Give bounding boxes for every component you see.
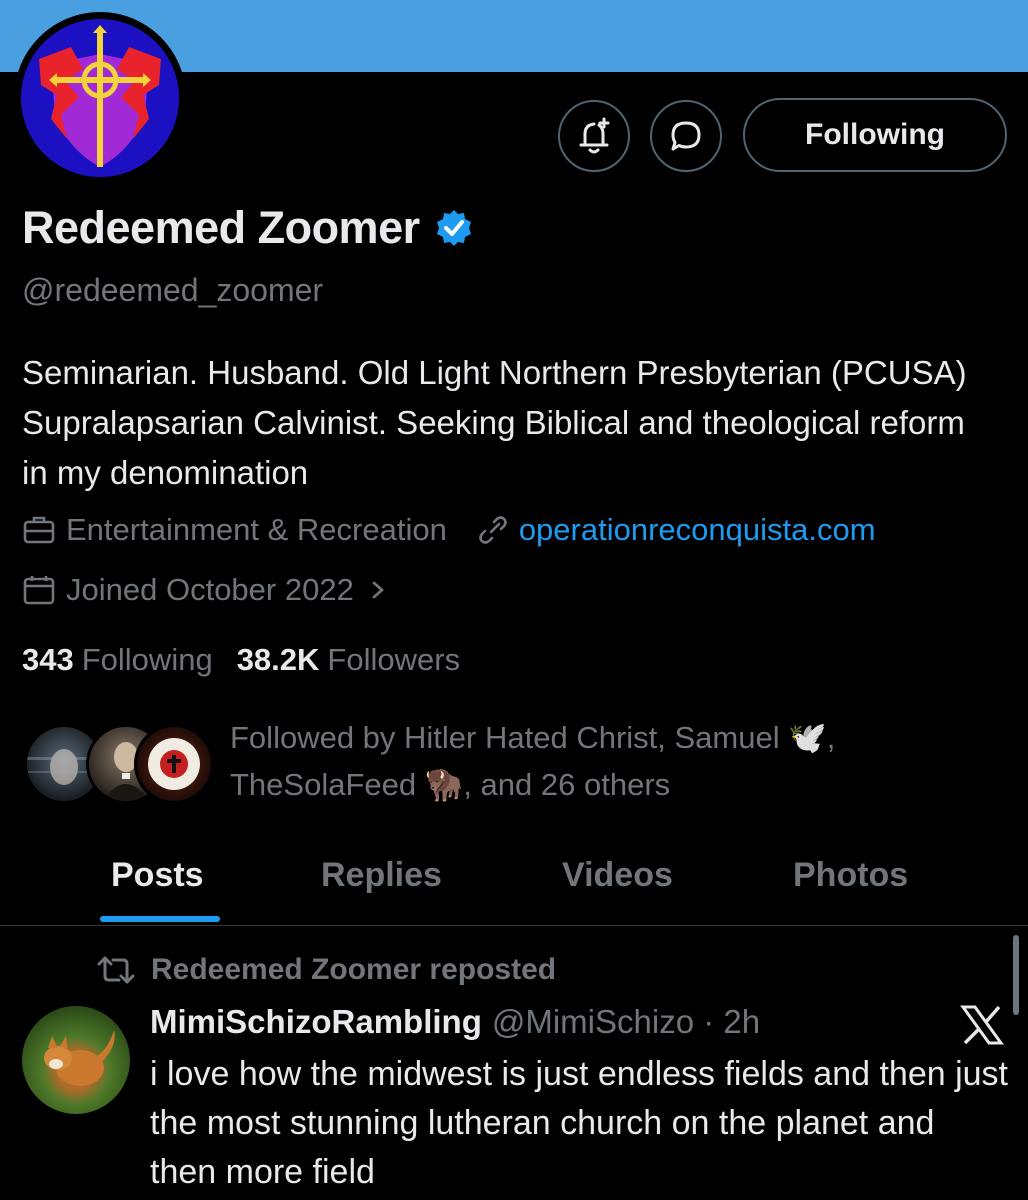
- notification-plus-icon: [579, 117, 610, 154]
- repost-indicator[interactable]: Redeemed Zoomer reposted: [95, 953, 556, 987]
- mutual-follower-avatar: [134, 724, 214, 804]
- joined-item: Joined October 2022: [22, 572, 354, 608]
- profile-meta-row: Entertainment & Recreation operationreco…: [22, 512, 876, 548]
- category-item: Entertainment & Recreation: [22, 512, 447, 548]
- followers-count: 38.2K: [236, 642, 320, 677]
- following-label: Following: [81, 642, 213, 677]
- following-button[interactable]: Following: [743, 98, 1007, 172]
- name-row: Redeemed Zoomer: [22, 202, 474, 254]
- post-author-avatar[interactable]: [22, 1006, 130, 1114]
- active-tab-indicator: [100, 916, 220, 922]
- joined-label: Joined October 2022: [66, 572, 354, 607]
- follow-counts: 343 Following 38.2K Followers: [22, 642, 460, 678]
- tab-photos[interactable]: Photos: [793, 856, 908, 895]
- profile-avatar[interactable]: [14, 12, 186, 184]
- link-icon: [479, 516, 507, 544]
- following-count-link[interactable]: 343 Following: [22, 642, 213, 678]
- website-item[interactable]: operationreconquista.com: [477, 512, 876, 548]
- scrollbar[interactable]: [1013, 935, 1019, 1015]
- repost-label: Redeemed Zoomer reposted: [151, 953, 557, 986]
- shield-cross-logo: [21, 19, 179, 177]
- profile-tabs: Posts Replies Videos Photos: [0, 846, 1028, 926]
- website-link[interactable]: operationreconquista.com: [519, 512, 876, 548]
- post-author-name[interactable]: MimiSchizoRambling: [150, 1003, 482, 1041]
- briefcase-icon: [23, 516, 55, 544]
- chevron-right-icon[interactable]: [366, 575, 390, 605]
- post-text: i love how the midwest is just endless f…: [150, 1055, 1009, 1191]
- post-author-handle-time[interactable]: @MimiSchizo · 2h: [492, 1003, 760, 1041]
- followed-by-text[interactable]: Followed by Hitler Hated Christ, Samuel …: [230, 714, 930, 808]
- followed-by-line-2: TheSolaFeed 🦬, and 26 others: [230, 767, 671, 802]
- profile-handle: @redeemed_zoomer: [22, 272, 324, 308]
- tab-videos[interactable]: Videos: [562, 856, 673, 895]
- followed-by-line-1: Followed by Hitler Hated Christ, Samuel …: [230, 720, 836, 755]
- post-header: MimiSchizoRambling @MimiSchizo · 2h: [150, 1003, 760, 1041]
- tab-replies[interactable]: Replies: [321, 856, 442, 895]
- profile-bio: Seminarian. Husband. Old Light Northern …: [22, 354, 967, 491]
- verified-badge-icon[interactable]: [434, 208, 474, 248]
- message-icon: [671, 121, 701, 151]
- mutual-followers-avatars[interactable]: [24, 724, 214, 808]
- calendar-icon: [23, 576, 55, 605]
- repost-icon: [97, 956, 135, 984]
- following-count: 343: [22, 642, 74, 677]
- fox-avatar-image: [44, 1030, 115, 1086]
- joined-row: Joined October 2022: [22, 572, 390, 608]
- message-button[interactable]: [650, 100, 722, 172]
- notifications-button[interactable]: [558, 100, 630, 172]
- followers-label: Followers: [327, 642, 461, 677]
- x-logo-icon: [960, 1005, 1004, 1045]
- followers-count-link[interactable]: 38.2K Followers: [237, 642, 460, 678]
- display-name: Redeemed Zoomer: [22, 202, 420, 253]
- tab-posts[interactable]: Posts: [111, 856, 204, 895]
- category-label: Entertainment & Recreation: [66, 512, 447, 547]
